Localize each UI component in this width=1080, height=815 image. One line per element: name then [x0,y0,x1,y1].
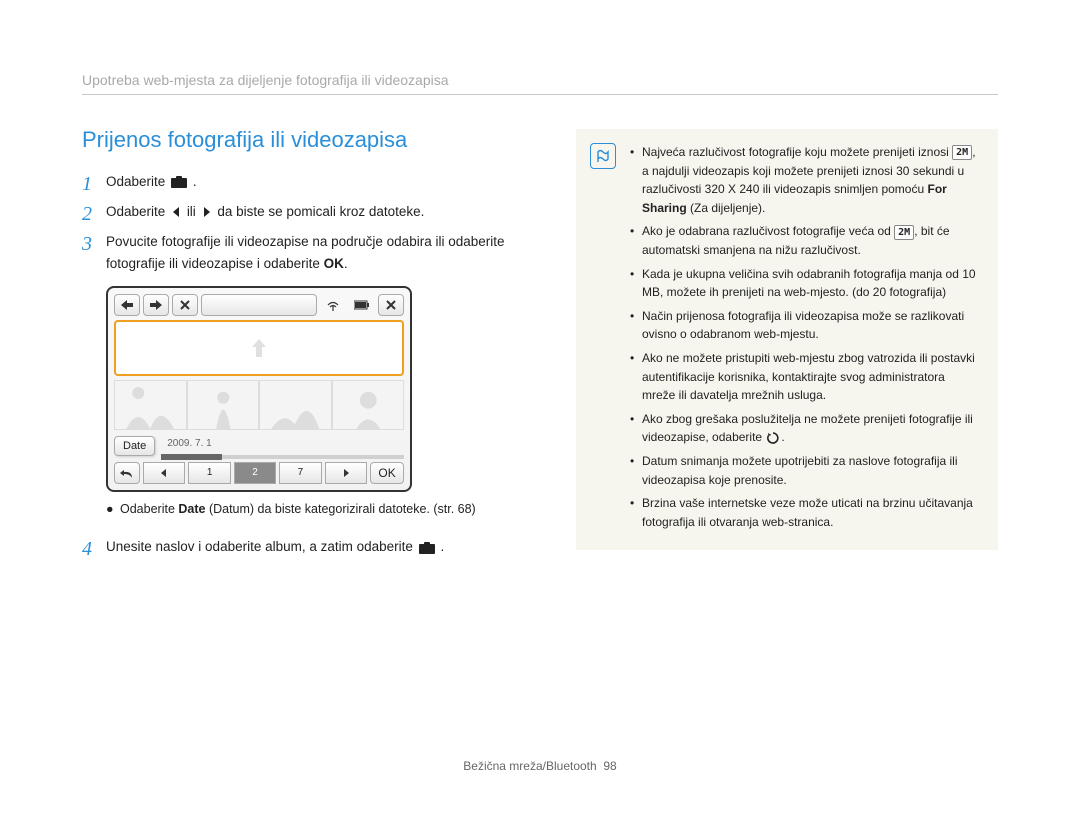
info-item: Ako zbog grešaka poslužitelja ne možete … [630,410,980,447]
thumbnail[interactable] [114,380,187,430]
refresh-icon [767,432,779,444]
step-1: 1 Odaberite . [82,171,542,195]
seg-2[interactable]: 2 [234,462,276,484]
address-bar[interactable] [201,294,317,316]
info-item: Datum snimanja možete upotrijebiti za na… [630,452,980,489]
note-icon [590,143,616,169]
date-bold: Date [178,502,205,516]
info-item: Ako je odabrana razlučivost fotografije … [630,222,980,259]
info-item: Najveća razlučivost fotografije koju mož… [630,143,980,217]
cancel-button[interactable] [172,294,198,316]
text: (Datum) da biste kategorizirali datoteke… [205,502,475,516]
info-item: Brzina vaše internetske veze može uticat… [630,494,980,531]
date-slider[interactable] [161,455,404,459]
nav-back-button[interactable] [114,294,140,316]
step-text: . [440,539,444,554]
drop-area[interactable] [114,320,404,376]
step-number: 3 [82,231,106,255]
section-title: Prijenos fotografija ili videozapisa [82,127,542,153]
step-number: 4 [82,536,106,560]
ok-button[interactable]: OK [370,462,404,484]
chevron-left-icon [171,206,181,218]
step-4: 4 Unesite naslov i odaberite album, a za… [82,536,542,560]
battery-icon [349,294,375,316]
thumbnail[interactable] [259,380,332,430]
chevron-right-icon [202,206,212,218]
step-text: . [344,256,348,271]
thumbnail[interactable] [187,380,260,430]
info-list: Najveća razlučivost fotografije koju mož… [630,143,980,531]
step-text: Odaberite [106,204,169,219]
seg-1[interactable]: 1 [188,462,230,484]
2m-badge: 2M [894,225,914,240]
seg-prev[interactable] [143,462,185,484]
nav-fwd-button[interactable] [143,294,169,316]
upload-icon [171,176,187,188]
info-item: Kada je ukupna veličina svih odabranih f… [630,265,980,302]
left-column: Prijenos fotografija ili videozapisa 1 O… [82,127,542,566]
undo-button[interactable] [114,462,140,484]
step-2: 2 Odaberite ili da biste se pomicali kro… [82,201,542,225]
2m-badge: 2M [952,145,972,160]
info-item: Ako ne možete pristupiti web-mjestu zbog… [630,349,980,405]
step-3: 3 Povucite fotografije ili videozapise n… [82,231,542,276]
step-text: . [193,174,197,189]
step-number: 1 [82,171,106,195]
device-screenshot: Date 2009. 7. 1 1 2 7 [106,286,412,492]
step-text: Unesite naslov i odaberite album, a zati… [106,539,417,554]
step-text: Povucite fotografije ili videozapise na … [106,234,505,271]
breadcrumb: Upotreba web-mjesta za dijeljenje fotogr… [82,72,998,95]
info-item: Način prijenosa fotografija ili videozap… [630,307,980,344]
footer-section: Bežična mreža/Bluetooth [463,759,596,773]
ok-text: OK [324,256,344,271]
thumbnail-row [114,380,404,430]
footer-page: 98 [603,759,616,773]
seg-7[interactable]: 7 [279,462,321,484]
step-text: Odaberite [106,174,169,189]
step-text: da biste se pomicali kroz datoteke. [217,204,424,219]
date-button[interactable]: Date [114,436,155,456]
thumbnail[interactable] [332,380,405,430]
page-footer: Bežična mreža/Bluetooth 98 [0,759,1080,773]
date-value: 2009. 7. 1 [161,438,404,449]
text: Odaberite [120,502,178,516]
close-button[interactable] [378,294,404,316]
signal-icon [320,294,346,316]
right-column: Najveća razlučivost fotografije koju mož… [576,127,998,566]
seg-next[interactable] [325,462,367,484]
step-text: ili [187,204,200,219]
info-box: Najveća razlučivost fotografije koju mož… [576,129,998,550]
sub-bullet: ● Odaberite Date (Datum) da biste katego… [106,500,542,519]
upload-icon [419,542,435,554]
step-number: 2 [82,201,106,225]
